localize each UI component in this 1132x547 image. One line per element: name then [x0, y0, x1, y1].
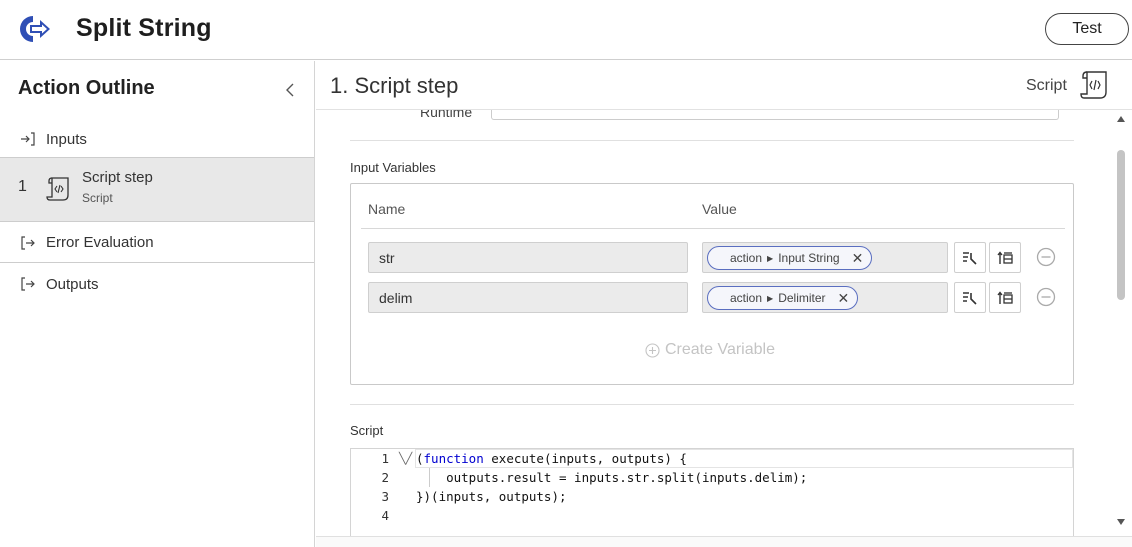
scroll-up-arrow-icon[interactable] — [1117, 116, 1125, 122]
code-line: 1 ╲╱ (function execute(inputs, outputs) … — [351, 449, 1071, 468]
sidebar-item-label: Inputs — [46, 130, 87, 148]
column-header-value: Value — [702, 201, 737, 217]
variable-value-field[interactable]: action ▶ Delimiter ✕ — [702, 282, 948, 313]
pill-prefix: action — [730, 291, 763, 305]
sidebar-item-script-step[interactable]: 1 Script step Script — [0, 157, 314, 222]
step-type-label: Script — [1026, 77, 1067, 94]
input-variables-table: Name Value str action ▶ Input String ✕ d… — [350, 183, 1074, 385]
sidebar-item-error-evaluation[interactable]: Error Evaluation — [0, 223, 314, 263]
step-title: 1. Script step — [330, 73, 459, 98]
line-number: 3 — [381, 489, 389, 504]
sidebar-title: Action Outline — [18, 77, 155, 99]
caret-right-icon: ▶ — [767, 293, 774, 303]
sidebar-item-sublabel: Script — [82, 191, 113, 205]
header-divider — [361, 228, 1065, 229]
variable-value-field[interactable]: action ▶ Input String ✕ — [702, 242, 948, 273]
step-number: 1 — [18, 178, 27, 195]
divider — [350, 140, 1074, 141]
script-icon — [1080, 71, 1107, 99]
close-icon[interactable]: ✕ — [852, 250, 864, 267]
close-icon[interactable]: ✕ — [838, 290, 850, 307]
pill-picker-icon — [963, 291, 977, 305]
create-variable-label: Create Variable — [665, 341, 775, 358]
data-pill-picker-button[interactable] — [954, 242, 986, 273]
main-panel: 1. Script step Script Runtime Input Vari… — [316, 61, 1132, 547]
step-header: 1. Script step Script — [316, 61, 1132, 110]
remove-row-icon[interactable] — [1036, 247, 1056, 267]
transform-button[interactable] — [989, 242, 1021, 273]
vertical-scrollbar[interactable] — [1112, 110, 1132, 536]
divider — [350, 404, 1074, 405]
fold-chevron-icon[interactable]: ╲╱ — [399, 452, 412, 465]
scroll-down-arrow-icon[interactable] — [1117, 519, 1125, 525]
code-line: 2 outputs.result = inputs.str.split(inpu… — [351, 468, 1071, 487]
code-line: 4 — [351, 506, 1071, 525]
code-line: 3 })(inputs, outputs); — [351, 487, 1071, 506]
pill-value: Input String — [778, 251, 840, 265]
caret-right-icon: ▶ — [767, 253, 774, 263]
data-pill-picker-button[interactable] — [954, 282, 986, 313]
code-text: })(inputs, outputs); — [416, 489, 567, 504]
runtime-select[interactable] — [491, 110, 1059, 120]
input-arrow-icon — [21, 132, 35, 146]
action-outline-sidebar: Action Outline Inputs 1 Script step Scri… — [0, 61, 315, 547]
output-arrow-icon — [21, 235, 35, 250]
script-icon — [46, 177, 69, 201]
create-variable-button[interactable]: Create Variable — [645, 341, 775, 359]
script-label: Script — [350, 423, 384, 438]
sidebar-item-label: Script step — [82, 169, 153, 186]
app-logo-icon — [20, 16, 50, 42]
sort-list-icon — [997, 290, 1013, 304]
pill-value: Delimiter — [778, 291, 826, 305]
variable-name-field[interactable]: str — [368, 242, 688, 273]
line-number: 1 — [381, 451, 389, 466]
sort-list-icon — [997, 250, 1013, 264]
column-header-name: Name — [368, 201, 406, 217]
output-arrow-icon — [21, 277, 35, 291]
code-text: (function execute(inputs, outputs) { — [416, 451, 687, 466]
sidebar-item-label: Outputs — [46, 275, 99, 293]
data-pill[interactable]: action ▶ Delimiter ✕ — [707, 286, 859, 310]
test-button[interactable]: Test — [1045, 13, 1129, 45]
transform-button[interactable] — [989, 282, 1021, 313]
top-bar: Split String Test — [0, 0, 1132, 60]
sidebar-item-inputs[interactable]: Inputs — [0, 121, 314, 157]
variable-name-field[interactable]: delim — [368, 282, 688, 313]
pill-picker-icon — [963, 251, 977, 265]
data-pill[interactable]: action ▶ Input String ✕ — [707, 246, 873, 270]
add-circle-icon — [645, 342, 660, 358]
script-editor[interactable]: 1 ╲╱ (function execute(inputs, outputs) … — [350, 448, 1074, 536]
line-number: 2 — [381, 470, 389, 485]
code-text: outputs.result = inputs.str.split(inputs… — [416, 470, 808, 485]
pill-prefix: action — [730, 251, 763, 265]
page-title: Split String — [76, 14, 212, 42]
scrollbar-thumb[interactable] — [1117, 150, 1125, 300]
runtime-label: Runtime — [420, 110, 473, 120]
bottom-edge — [316, 536, 1132, 547]
input-variables-label: Input Variables — [350, 160, 436, 175]
sidebar-item-outputs[interactable]: Outputs — [0, 263, 314, 305]
remove-row-icon[interactable] — [1036, 287, 1056, 307]
step-content: Runtime Input Variables Name Value str a… — [316, 110, 1112, 536]
line-number: 4 — [381, 508, 389, 523]
chevron-left-icon[interactable] — [282, 81, 298, 99]
sidebar-item-label: Error Evaluation — [46, 234, 154, 251]
